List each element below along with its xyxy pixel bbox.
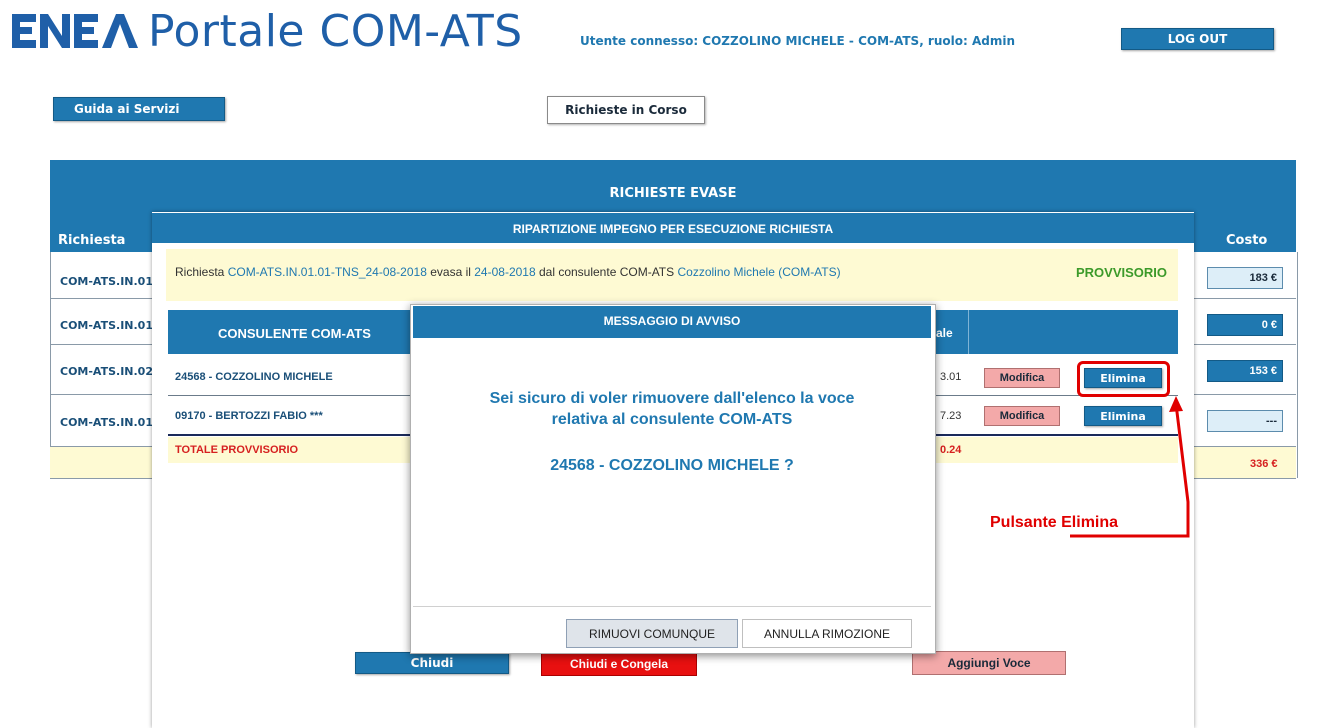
guide-button[interactable]: Guida ai Servizi: [53, 97, 225, 121]
edit-button[interactable]: Modifica: [984, 406, 1060, 426]
cancel-remove-button[interactable]: ANNULLA RIMOZIONE: [742, 619, 912, 648]
panel-total-value: 0.24: [940, 444, 962, 456]
panel-total-label: TOTALE PROVVISORIO: [175, 444, 299, 456]
cost-badge[interactable]: ---: [1207, 410, 1283, 432]
panel-row-consultant: 09170 - BERTOZZI FABIO ***: [175, 410, 323, 422]
dialog-message-line2: relativa al consulente COM-ATS: [551, 411, 793, 428]
info-prefix: Richiesta: [175, 265, 228, 279]
col-header-consultant: CONSULENTE COM-ATS: [218, 326, 371, 341]
info-mid2: dal consulente COM-ATS: [535, 265, 678, 279]
panel-row-value: 3.01: [940, 371, 962, 383]
table-row-id[interactable]: COM-ATS.IN.01.0: [60, 319, 155, 332]
panel-title: RIPARTIZIONE IMPEGNO PER ESECUZIONE RICH…: [512, 222, 834, 236]
col-header-partial: ale: [936, 326, 953, 340]
col-divider: [968, 310, 969, 354]
edit-button[interactable]: Modifica: [984, 368, 1060, 388]
annotation-label: Pulsante Elimina: [990, 514, 1119, 531]
panel-row-consultant: 24568 - COZZOLINO MICHELE: [175, 371, 333, 383]
cost-badge[interactable]: 0 €: [1207, 314, 1283, 336]
enea-logo: [12, 8, 140, 54]
app-title: Portale COM-ATS: [148, 6, 523, 57]
requests-in-progress-button[interactable]: Richieste in Corso: [547, 96, 705, 124]
dialog-divider: [413, 606, 931, 607]
user-info: Utente connesso: COZZOLINO MICHELE - COM…: [580, 34, 1016, 48]
enea-logo-icon: [12, 14, 138, 48]
cost-badge[interactable]: 153 €: [1207, 360, 1283, 382]
dialog-title: MESSAGGIO DI AVVISO: [603, 314, 741, 328]
col-header-request: Richiesta: [58, 233, 126, 248]
dialog-target: 24568 - COZZOLINO MICHELE ?: [550, 457, 794, 474]
table-row-id[interactable]: COM-ATS.IN.01.0: [60, 416, 155, 429]
warning-dialog: [410, 304, 936, 654]
logout-button[interactable]: LOG OUT: [1121, 28, 1274, 50]
panel-info-text: Richiesta COM-ATS.IN.01.01-TNS_24-08-201…: [175, 265, 841, 279]
dialog-message-line1: Sei sicuro di voler rimuovere dall'elenc…: [489, 390, 855, 407]
close-freeze-button[interactable]: Chiudi e Congela: [541, 652, 697, 676]
cost-badge[interactable]: 183 €: [1207, 267, 1283, 289]
total-cost: 336 €: [1250, 458, 1278, 470]
close-button[interactable]: Chiudi: [355, 652, 509, 674]
table-row-id[interactable]: COM-ATS.IN.02.0: [60, 365, 155, 378]
info-request: COM-ATS.IN.01.01-TNS_24-08-2018: [227, 265, 427, 279]
table-title: RICHIESTE EVASE: [609, 186, 737, 201]
info-date: 24-08-2018: [474, 265, 536, 279]
info-mid: evasa il: [426, 265, 475, 279]
panel-row-value: 7.23: [940, 410, 962, 422]
info-consultant: Cozzolino Michele (COM-ATS): [677, 265, 841, 279]
add-entry-button[interactable]: Aggiungi Voce: [912, 651, 1066, 675]
table-row-id[interactable]: COM-ATS.IN.01.0: [60, 275, 155, 288]
confirm-remove-button[interactable]: RIMUOVI COMUNQUE: [566, 619, 738, 648]
status-label: PROVVISORIO: [1076, 265, 1168, 280]
col-header-cost: Costo: [1226, 233, 1268, 248]
